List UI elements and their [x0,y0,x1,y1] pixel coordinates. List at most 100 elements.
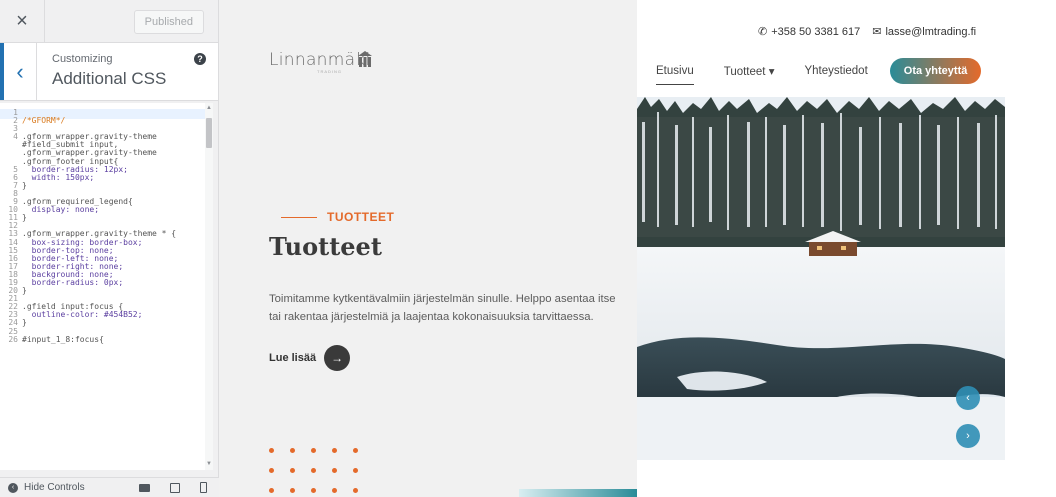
scroll-down-arrow-icon[interactable]: ▼ [205,460,213,468]
line-number: 1 [13,108,18,117]
published-button[interactable]: Published [133,10,204,34]
decorative-dot [269,468,274,473]
code-line[interactable]: 20} [0,286,213,296]
code-line[interactable]: 6 width: 150px; [0,173,213,182]
nav-products-label: Tuotteet [723,66,766,78]
code-text: } [22,287,27,296]
read-more-link[interactable]: Lue lisää → [269,345,351,371]
help-icon[interactable]: ? [194,53,206,65]
slider-next-button[interactable]: › [956,424,980,448]
site-preview: Linnanmäki TRADING TUOTTEET Tuotteet Toi… [219,0,1056,497]
hide-controls-icon: ‹ [8,482,18,493]
arrow-right-icon[interactable]: → [324,345,351,371]
code-line[interactable]: .gform_wrapper.gravity-theme [0,149,213,157]
code-line[interactable]: 26 #input_1_8:focus{ [0,335,213,344]
decorative-dot [311,488,316,493]
back-arrow-icon[interactable]: ‹ [0,43,37,100]
decorative-dot-grid [269,448,379,497]
close-icon[interactable]: × [0,0,45,43]
code-text: .gform_wrapper.gravity-theme [22,149,157,158]
code-text: background: none; [22,270,114,279]
decorative-dot [332,488,337,493]
section-title: Additional CSS [52,69,167,88]
phone-contact[interactable]: ✆ +358 50 3381 617 [758,25,860,38]
decorative-dot [353,448,358,453]
decorative-dot [353,488,358,493]
site-logo-text[interactable]: Linnanmäki [269,50,370,70]
editor-scrollbar[interactable] [205,103,213,470]
caret-down-icon: ▾ [768,66,775,78]
code-line[interactable]: 3 [0,125,213,133]
eyebrow-divider [281,216,317,218]
code-line[interactable]: #field_submit input, [0,141,213,149]
code-lines: 1 2 /*GFORM*/ 3 4 .gform_wrapper.gravity-them… [0,103,213,344]
nav-item-home[interactable]: Etusivu [656,65,694,85]
code-line[interactable]: 24} [0,319,213,327]
code-line[interactable]: 7} [0,180,213,190]
line-number: 4 [13,132,18,142]
mobile-preview-icon[interactable] [200,482,207,493]
line-number: 8 [13,188,18,198]
decorative-dot [353,468,358,473]
code-line[interactable]: 18 background: none; [0,270,213,279]
code-line[interactable]: 2 /*GFORM*/ [0,116,213,126]
code-line[interactable]: 23 outline-color: #454B52; [0,311,213,319]
hero-winter-photo [637,97,1005,460]
code-line[interactable]: 19 border-radius: 0px; [0,278,213,287]
code-line[interactable]: 11} [0,214,213,222]
code-line[interactable]: 5 border-radius: 12px; [0,165,213,174]
code-text: } [22,319,27,328]
code-line[interactable]: 9 .gform_required_legend{ [0,197,213,207]
desktop-preview-icon[interactable] [139,483,150,492]
code-line[interactable]: 8 [0,188,213,198]
line-number: 7 [13,180,18,190]
decorative-dot [290,488,295,493]
hide-controls-button[interactable]: ‹ Hide Controls [8,482,85,493]
code-line[interactable]: 16 border-left: none; [0,254,213,263]
nav-item-products[interactable]: Tuotteet ▾ [724,64,775,78]
hero-eyebrow-text: TUOTTEET [327,210,395,224]
code-line[interactable]: 12 [0,222,213,230]
line-number [0,158,22,166]
mail-icon: ✉ [872,26,882,38]
line-number [0,149,22,157]
code-line[interactable]: .gform_footer input{ [0,158,213,166]
code-line[interactable]: 22 .gfield input:focus { [0,303,213,311]
code-line[interactable]: 17 border-right: none; [0,262,213,271]
css-code-editor[interactable]: 1 2 /*GFORM*/ 3 4 .gform_wrapper.gravity-them… [0,103,213,470]
hero-title: Tuotteet [269,232,382,261]
decorative-gradient-bar [519,489,637,497]
code-text: .gform_footer input{ [22,157,119,166]
code-text: .gform_wrapper.gravity-theme [22,133,157,142]
scroll-up-arrow-icon[interactable]: ▲ [205,104,213,112]
code-text: .gform_required_legend{ [22,198,133,207]
email-contact[interactable]: ✉ lasse@lmtrading.fi [872,25,976,38]
code-line[interactable]: 1 [0,108,213,117]
tablet-preview-icon[interactable] [170,482,180,493]
site-logo-subtitle: TRADING [317,69,342,74]
slider-prev-button[interactable]: ‹ [956,386,980,410]
code-line[interactable]: 25 [0,327,213,336]
code-text: border-left: none; [22,254,119,263]
code-line[interactable]: 4 .gform_wrapper.gravity-theme [0,133,213,141]
code-line[interactable]: 14 box-sizing: border-box; [0,238,213,247]
line-number: 2 [13,116,18,126]
code-line[interactable]: 15 border-top: none; [0,246,213,255]
code-text: } [22,181,27,190]
device-preview-toggles [139,482,207,493]
contact-cta-button[interactable]: Ota yhteyttä [889,58,982,84]
code-line[interactable]: 13 .gform_wrapper.gravity-theme * { [0,230,213,238]
code-line[interactable]: 10 display: none; [0,206,213,214]
editor-scrollbar-thumb[interactable] [206,118,212,148]
section-header: ‹ Customizing Additional CSS ? [0,43,218,101]
code-line[interactable]: 21 [0,295,213,303]
decorative-dot [332,468,337,473]
header-contact: ✆ +358 50 3381 617 ✉ lasse@lmtrading.fi [758,25,976,38]
hero-left-pane: Linnanmäki TRADING TUOTTEET Tuotteet Toi… [219,0,637,497]
code-text: .gfield input:focus { [22,303,124,312]
line-number: 3 [13,124,18,134]
nav-item-contact[interactable]: Yhteystiedot [804,65,867,77]
